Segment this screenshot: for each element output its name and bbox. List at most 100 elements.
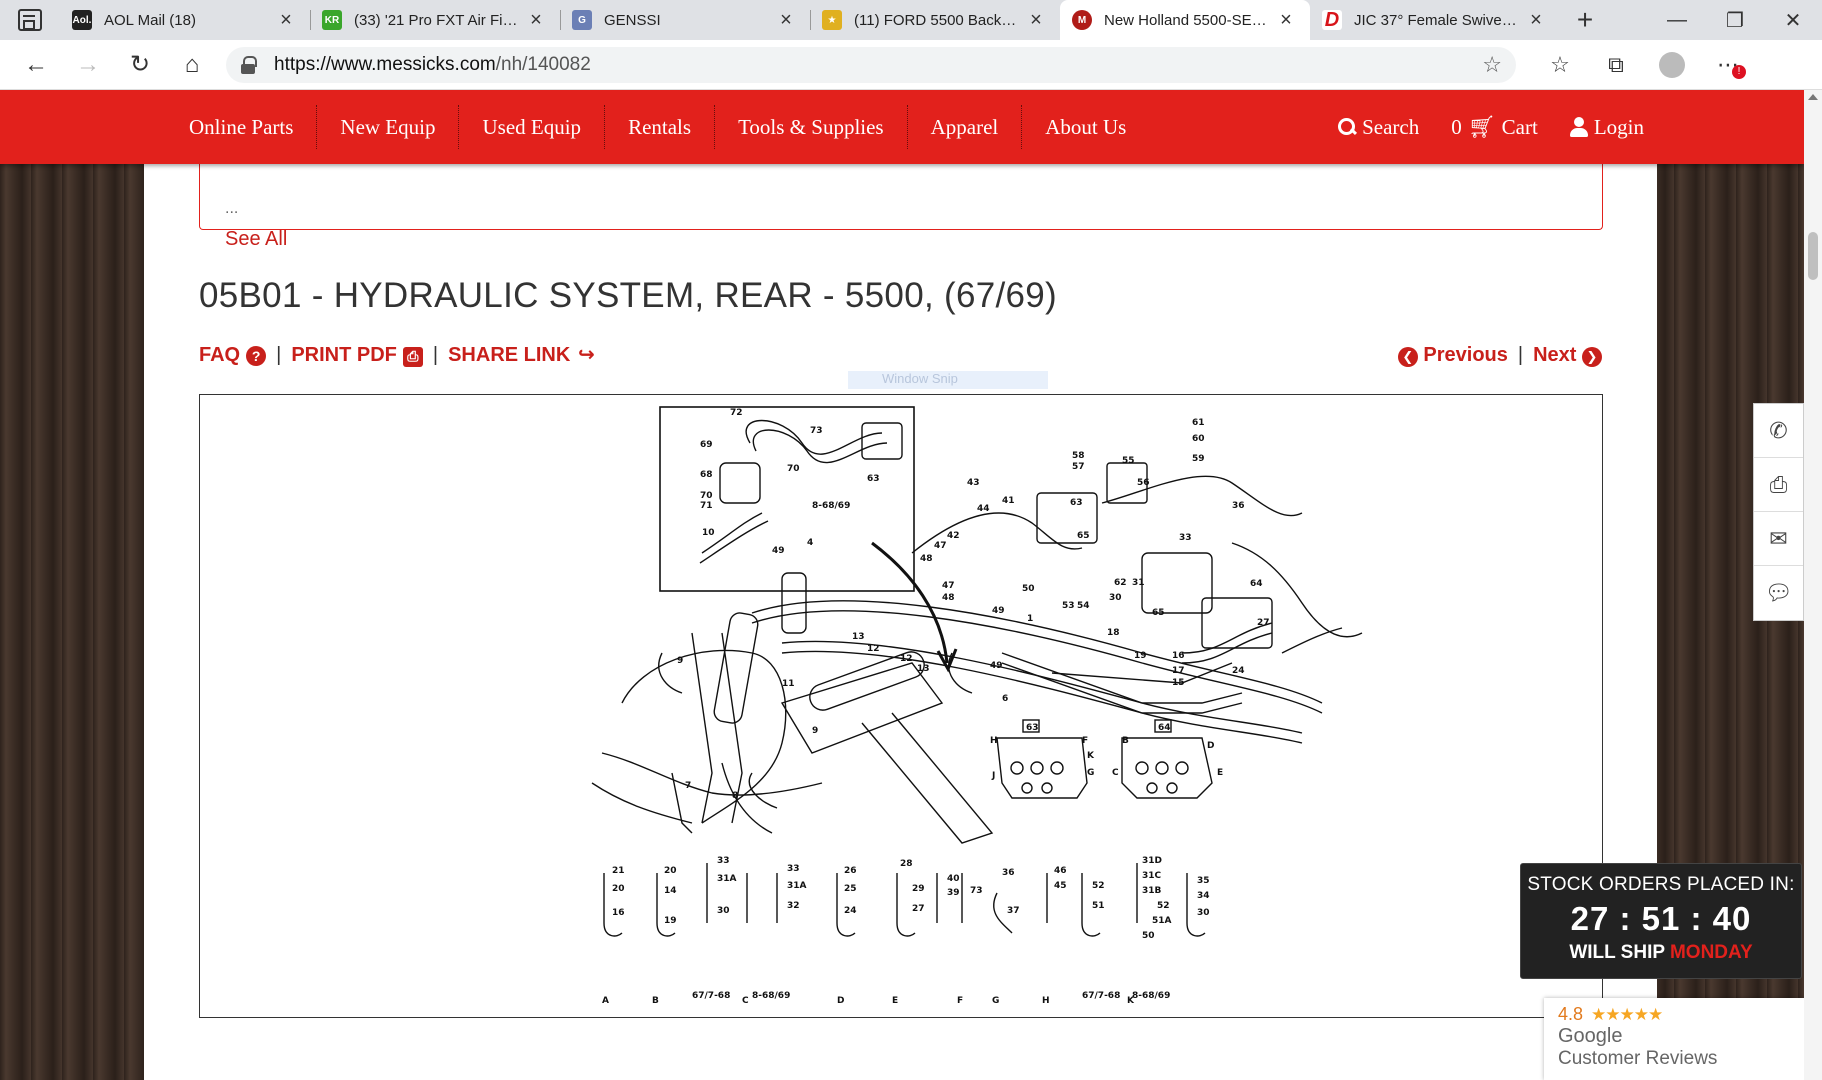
- ship-day: MONDAY: [1669, 942, 1753, 963]
- svg-text:21: 21: [612, 866, 625, 876]
- svg-text:32: 32: [787, 901, 800, 911]
- browser-tab[interactable]: D JIC 37° Female Swivel (FJX ×: [1310, 0, 1560, 40]
- tab-close-icon[interactable]: ×: [276, 9, 296, 31]
- stock-timer: 27 : 51 : 40: [1570, 900, 1752, 937]
- tab-close-icon[interactable]: ×: [1526, 9, 1546, 31]
- web-page: ... See All 05B01 - HYDRAULIC SYSTEM, RE…: [0, 90, 1804, 1080]
- svg-text:20: 20: [664, 866, 677, 876]
- menu-rentals[interactable]: Rentals: [604, 105, 714, 149]
- svg-text:24: 24: [844, 906, 857, 916]
- d-favicon-icon: D: [1322, 9, 1342, 31]
- svg-text:64: 64: [1158, 723, 1171, 733]
- menu-about-us[interactable]: About Us: [1021, 105, 1149, 149]
- browser-tab[interactable]: G GENSSI ×: [560, 0, 810, 40]
- print-pdf-link[interactable]: PRINT PDF ⎙: [291, 344, 423, 367]
- lock-icon: [240, 55, 257, 74]
- svg-text:33: 33: [787, 864, 800, 874]
- menu-online-parts[interactable]: Online Parts: [166, 105, 316, 149]
- hydraulic-parts-diagram[interactable]: 727369 7068 63 7071 8-68/69 106160 595857 …: [582, 403, 1366, 1013]
- browser-tab[interactable]: Aol. AOL Mail (18) ×: [60, 0, 310, 40]
- home-icon[interactable]: ⌂: [166, 45, 218, 85]
- menu-apparel[interactable]: Apparel: [906, 105, 1022, 149]
- scroll-up-icon[interactable]: [1808, 94, 1818, 100]
- scroll-thumb[interactable]: [1808, 232, 1818, 280]
- menu-used-equip[interactable]: Used Equip: [458, 105, 604, 149]
- svg-text:19: 19: [664, 916, 677, 926]
- tab-close-icon[interactable]: ×: [776, 9, 796, 31]
- previous-link[interactable]: ❮ Previous: [1397, 344, 1508, 367]
- svg-text:E: E: [1217, 768, 1223, 778]
- tab-actions-button[interactable]: [0, 0, 60, 40]
- svg-text:31B: 31B: [1142, 886, 1162, 896]
- chat-icon[interactable]: 💬︎: [1754, 566, 1803, 620]
- tab-close-icon[interactable]: ×: [1276, 9, 1296, 31]
- browser-tab-active[interactable]: M New Holland 5500-SERIES ×: [1060, 0, 1310, 40]
- reload-icon[interactable]: ↻: [114, 45, 166, 85]
- search-button[interactable]: Search: [1338, 115, 1419, 140]
- svg-text:12: 12: [900, 654, 913, 664]
- address-toolbar: ← → ↻ ⌂ https://www.messicks.com/nh/1400…: [0, 40, 1822, 90]
- svg-text:34: 34: [1197, 891, 1210, 901]
- favorites-icon[interactable]: ☆: [1532, 45, 1588, 85]
- svg-text:30: 30: [1109, 593, 1122, 603]
- svg-text:30: 30: [1197, 908, 1210, 918]
- question-icon: ?: [246, 346, 267, 366]
- add-favorite-icon[interactable]: ☆: [1482, 52, 1502, 78]
- minimize-icon[interactable]: —: [1648, 0, 1706, 40]
- browser-tab[interactable]: ★ (11) FORD 5500 Backhoe ×: [810, 0, 1060, 40]
- svg-text:69: 69: [700, 440, 713, 450]
- login-button[interactable]: Login: [1569, 115, 1644, 140]
- svg-text:46: 46: [1054, 866, 1067, 876]
- rating-line: 4.8 ★★★★★: [1558, 1004, 1790, 1025]
- svg-text:67/7-68: 67/7-68: [1082, 991, 1120, 1001]
- svg-text:12: 12: [867, 644, 880, 654]
- back-arrow-icon[interactable]: ←: [10, 45, 62, 85]
- tab-title: AOL Mail (18): [104, 11, 196, 29]
- tab-title: (33) '21 Pro FXT Air Filter: [354, 11, 518, 29]
- svg-text:31: 31: [1132, 578, 1145, 588]
- menu-new-equip[interactable]: New Equip: [316, 105, 458, 149]
- svg-text:36: 36: [1232, 501, 1245, 511]
- restore-icon[interactable]: ❐: [1706, 0, 1764, 40]
- svg-text:63: 63: [1070, 498, 1083, 508]
- phone-icon[interactable]: ✆: [1754, 404, 1803, 458]
- close-window-icon[interactable]: ✕: [1764, 0, 1822, 40]
- stock-ship: WILL SHIP MONDAY: [1521, 942, 1801, 964]
- svg-text:63: 63: [1026, 723, 1039, 733]
- new-tab-button[interactable]: +: [1560, 0, 1610, 40]
- svg-text:C: C: [1112, 768, 1119, 778]
- svg-text:35: 35: [1197, 876, 1210, 886]
- svg-text:49: 49: [992, 606, 1005, 616]
- svg-text:42: 42: [947, 531, 960, 541]
- profile-button[interactable]: [1644, 45, 1700, 85]
- print-icon[interactable]: ⎙: [1754, 458, 1803, 512]
- svg-text:59: 59: [1192, 454, 1205, 464]
- printer-icon: ⎙: [402, 346, 423, 367]
- settings-more-icon[interactable]: ⋯!: [1700, 45, 1756, 85]
- svg-text:51A: 51A: [1152, 916, 1172, 926]
- google-reviews-badge[interactable]: 4.8 ★★★★★ Google Customer Reviews: [1544, 998, 1804, 1080]
- tab-close-icon[interactable]: ×: [526, 9, 546, 31]
- menu-tools-supplies[interactable]: Tools & Supplies: [714, 105, 907, 149]
- forward-arrow-icon[interactable]: →: [62, 45, 114, 85]
- collections-icon[interactable]: ⧉: [1588, 45, 1644, 85]
- url-bar[interactable]: https://www.messicks.com/nh/140082 ☆: [226, 46, 1516, 83]
- see-all-link[interactable]: See All: [225, 228, 287, 251]
- svg-text:6: 6: [1002, 694, 1008, 704]
- tab-close-icon[interactable]: ×: [1026, 9, 1046, 31]
- faq-label: FAQ: [199, 344, 241, 366]
- cart-label: Cart: [1501, 114, 1538, 139]
- faq-link[interactable]: FAQ?: [199, 344, 267, 367]
- star-favicon-icon: ★: [822, 10, 842, 30]
- cart-button[interactable]: 0 🛒︎ Cart: [1451, 114, 1538, 140]
- next-link[interactable]: Next ❯: [1533, 344, 1602, 367]
- share-link[interactable]: SHARE LINK ↪: [448, 344, 596, 367]
- svg-text:14: 14: [664, 886, 677, 896]
- browser-tab[interactable]: KR (33) '21 Pro FXT Air Filter ×: [310, 0, 560, 40]
- svg-text:C: C: [742, 996, 749, 1006]
- svg-text:72: 72: [730, 408, 743, 418]
- mail-icon[interactable]: ✉: [1754, 512, 1803, 566]
- page-scrollbar[interactable]: [1804, 90, 1822, 1080]
- svg-text:K: K: [1087, 751, 1095, 761]
- svg-text:8-68/69: 8-68/69: [812, 501, 850, 511]
